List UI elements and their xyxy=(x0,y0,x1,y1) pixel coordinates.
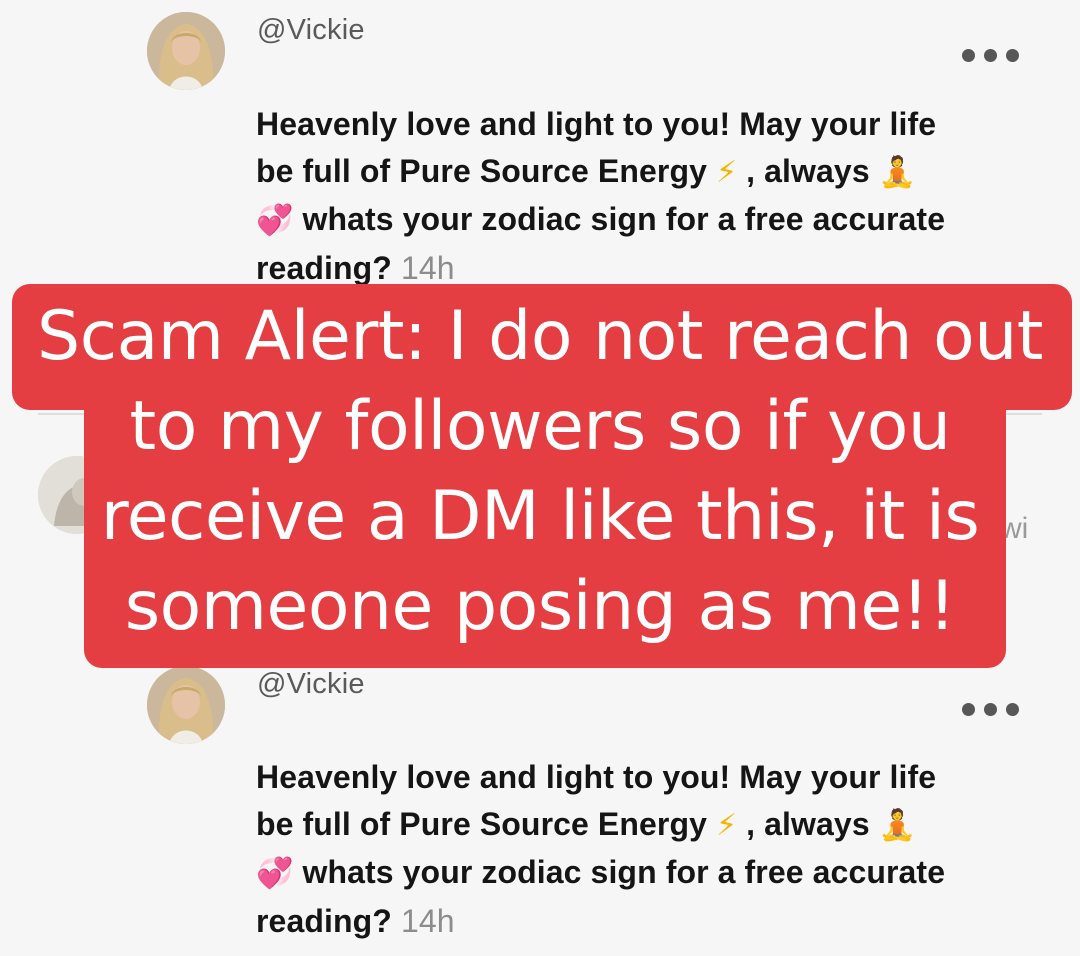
comment-fragment: , always xyxy=(746,152,870,189)
comment-line: reading? 14h xyxy=(256,898,1046,945)
comment-text: Heavenly love and light to you! May your… xyxy=(256,101,1046,291)
avatar[interactable] xyxy=(147,12,225,90)
scam-alert-line: to my followers so if you xyxy=(129,387,951,466)
hearts-emoji-icon: 💞 xyxy=(256,204,294,237)
more-options-icon[interactable] xyxy=(962,49,1019,62)
comment-line: 💞 whats your zodiac sign for a free accu… xyxy=(256,196,1046,245)
scam-alert-line: someone posing as me!! xyxy=(124,567,956,646)
meditation-emoji-icon: 🧘 xyxy=(878,808,917,842)
comment-username[interactable]: @Vickie xyxy=(257,668,365,701)
comment-line: be full of Pure Source Energy ⚡ , always… xyxy=(256,148,1046,197)
comment-line: 💞 whats your zodiac sign for a free accu… xyxy=(256,849,1046,898)
comment-fragment: be full of Pure Source Energy xyxy=(256,152,707,189)
comment-fragment: , always xyxy=(746,805,870,842)
comment-fragment: whats your zodiac sign for a free accura… xyxy=(302,201,946,237)
scam-alert-line: receive a DM like this, it is xyxy=(100,477,980,556)
scam-alert-line: Scam Alert: I do not reach out xyxy=(37,297,1043,376)
comment-fragment: whats your zodiac sign for a free accura… xyxy=(302,854,946,890)
comment-line: Heavenly love and light to you! May your… xyxy=(256,106,937,142)
comment-text: Heavenly love and light to you! May your… xyxy=(256,754,1046,944)
comment-timestamp: 14h xyxy=(400,249,455,286)
comment-line: be full of Pure Source Energy ⚡ , always… xyxy=(256,801,1046,850)
avatar[interactable] xyxy=(147,666,225,744)
lightning-emoji-icon: ⚡ xyxy=(716,155,738,189)
screenshot-canvas: @Vickie Heavenly love and light to you! … xyxy=(0,0,1080,956)
more-options-icon[interactable] xyxy=(962,703,1019,716)
meditation-emoji-icon: 🧘 xyxy=(878,155,917,189)
comment-fragment: reading? xyxy=(256,249,392,286)
comment-timestamp: 14h xyxy=(400,902,455,939)
hearts-emoji-icon: 💞 xyxy=(256,857,294,890)
comment-fragment: reading? xyxy=(256,902,392,939)
comment-fragment: be full of Pure Source Energy xyxy=(256,805,707,842)
scam-alert-text: Scam Alert: I do not reach out to my fol… xyxy=(0,292,1080,652)
comment-username[interactable]: @Vickie xyxy=(257,14,365,47)
lightning-emoji-icon: ⚡ xyxy=(716,808,738,842)
comment-line: Heavenly love and light to you! May your… xyxy=(256,759,937,795)
